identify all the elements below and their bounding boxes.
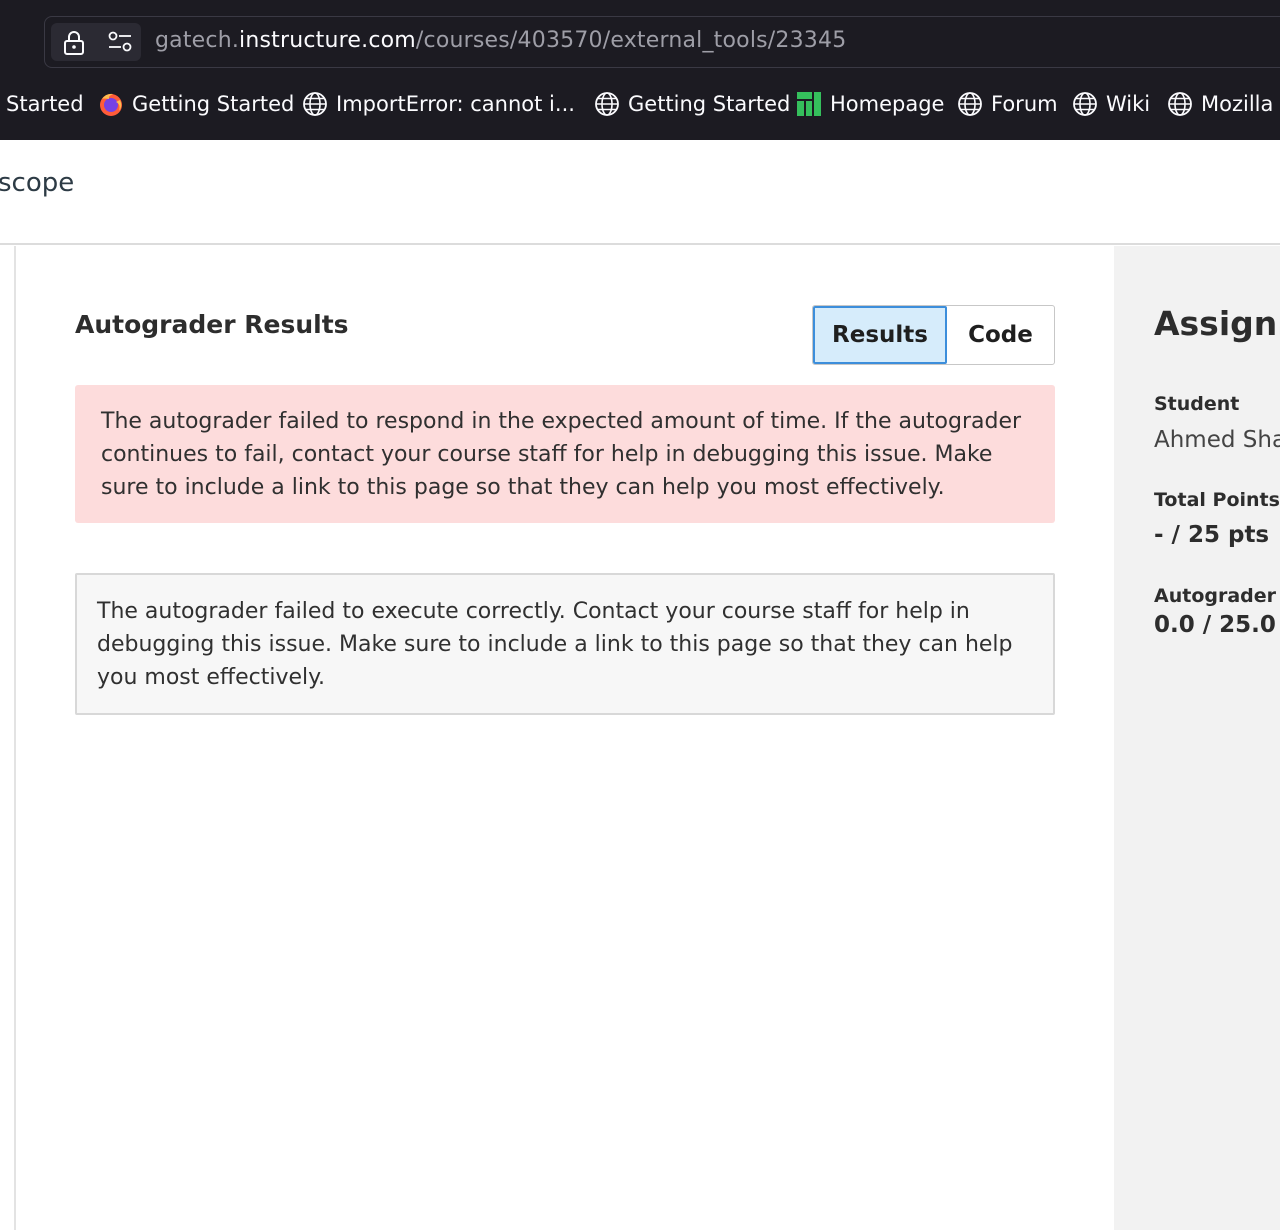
sidebar-heading: Assignm [1154,304,1280,343]
lock-icon[interactable] [63,31,85,55]
url-path: /courses/403570/external_tools/23345 [415,28,847,53]
autograder-score-label: Autograder S [1154,585,1280,607]
assignment-sidebar: Assignm Student Ahmed Sha Total Points -… [1114,246,1280,1230]
page-header: scope [0,140,1280,245]
section-title: Autograder Results [75,310,349,339]
bookmark-label: Getting Started [628,92,791,116]
bookmark-homepage[interactable]: Homepage [796,84,944,124]
bookmark-importerror[interactable]: ImportError: cannot i... [302,84,575,124]
bookmark-started[interactable]: Started [6,84,84,124]
browser-chrome: gatech.instructure.com/courses/403570/ex… [0,0,1280,140]
bookmark-forum[interactable]: Forum [957,84,1058,124]
url-host: instructure.com [239,28,416,53]
autograder-output: The autograder failed to execute correct… [75,573,1055,715]
firefox-icon [100,93,122,116]
total-points-value: - / 25 pts [1154,522,1270,548]
globe-icon [303,92,327,116]
bookmarks-toolbar: Started Getting Started ImportError: can… [0,84,1280,124]
code-tab-button[interactable]: Code [947,306,1054,364]
view-toggle: Results Code [812,305,1055,365]
bookmark-getting-started-firefox[interactable]: Getting Started [98,84,294,124]
permissions-icon[interactable] [107,31,133,53]
bookmark-label: Started [6,92,84,116]
bookmark-mozilla[interactable]: Mozilla I [1167,84,1280,124]
student-label: Student [1154,393,1240,415]
url-prefix: gatech. [155,28,240,53]
bookmark-label: Mozilla I [1201,92,1280,116]
page-title: scope [0,168,75,198]
url-text[interactable]: gatech.instructure.com/courses/403570/ex… [155,28,846,53]
bookmark-label: Homepage [830,92,945,116]
bookmark-label: Wiki [1106,92,1151,116]
bookmark-label: Forum [991,92,1058,116]
bookmark-label: Getting Started [132,92,295,116]
bookmark-getting-started[interactable]: Getting Started [594,84,790,124]
error-alert: The autograder failed to respond in the … [75,385,1055,523]
globe-icon [958,92,982,116]
globe-icon [595,92,619,116]
autograder-score-value: 0.0 / 25.0 [1154,612,1276,638]
total-points-label: Total Points [1154,489,1280,511]
globe-icon [1168,92,1192,116]
manjaro-icon [797,92,821,116]
bookmark-label: ImportError: cannot i... [336,92,575,116]
main-content: Autograder Results Results Code The auto… [16,246,1114,1230]
results-tab-button[interactable]: Results [813,306,947,364]
address-bar[interactable]: gatech.instructure.com/courses/403570/ex… [44,16,1280,68]
bookmark-wiki[interactable]: Wiki [1072,84,1150,124]
student-value: Ahmed Sha [1154,427,1280,453]
url-bar-icons [51,23,141,61]
globe-icon [1073,92,1097,116]
